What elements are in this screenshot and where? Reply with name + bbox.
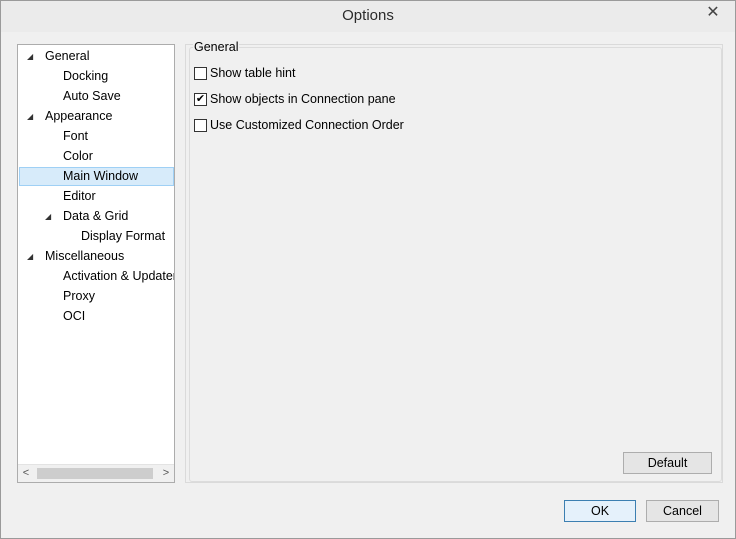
tree-item-label: OCI xyxy=(63,309,86,323)
general-group-frame xyxy=(189,47,722,482)
tree-item-label: Editor xyxy=(63,189,96,203)
title-bar: Options ✕ xyxy=(1,1,735,32)
expand-arrow-icon[interactable]: ◢ xyxy=(27,247,37,266)
default-button[interactable]: Default xyxy=(623,452,712,474)
tree-item-miscellaneous[interactable]: ◢ Miscellaneous xyxy=(19,247,174,266)
options-dialog: Options ✕ ◢ General Docking Auto Save ◢ Appea… xyxy=(0,0,736,539)
checkbox-show-objects-connection-pane[interactable]: ✔ xyxy=(194,93,207,106)
tree-item-activation-updater[interactable]: Activation & Updater xyxy=(19,267,174,286)
tree-item-oci[interactable]: OCI xyxy=(19,307,174,326)
tree-item-data-grid[interactable]: ◢ Data & Grid xyxy=(19,207,174,226)
tree-item-label: Display Format xyxy=(81,229,166,243)
tree-item-label: Appearance xyxy=(45,109,113,123)
tree-item-label: Font xyxy=(63,129,89,143)
option-label: Show objects in Connection pane xyxy=(210,92,396,106)
tree-item-proxy[interactable]: Proxy xyxy=(19,287,174,306)
tree-item-general[interactable]: ◢ General xyxy=(19,47,174,66)
tree-item-main-window[interactable]: Main Window xyxy=(19,167,174,186)
ok-button[interactable]: OK xyxy=(564,500,636,522)
cancel-button[interactable]: Cancel xyxy=(646,500,719,522)
scroll-left-arrow-icon[interactable]: < xyxy=(18,465,34,482)
tree-item-editor[interactable]: Editor xyxy=(19,187,174,206)
tree-item-label: Auto Save xyxy=(63,89,121,103)
option-label: Use Customized Connection Order xyxy=(210,118,404,132)
option-label: Show table hint xyxy=(210,66,296,80)
tree-item-label: Proxy xyxy=(63,289,95,303)
tree-item-display-format[interactable]: Display Format xyxy=(19,227,174,246)
window-title: Options xyxy=(342,7,394,24)
group-title: General xyxy=(193,40,240,54)
tree-item-auto-save[interactable]: Auto Save xyxy=(19,87,174,106)
options-tree[interactable]: ◢ General Docking Auto Save ◢ Appearance Font C… xyxy=(17,44,175,483)
tree-item-label: Data & Grid xyxy=(63,209,129,223)
horizontal-scrollbar[interactable]: < > xyxy=(18,464,174,482)
tree-item-label: Color xyxy=(63,149,93,163)
tree-item-docking[interactable]: Docking xyxy=(19,67,174,86)
checkbox-show-table-hint[interactable] xyxy=(194,67,207,80)
tree-item-label: Main Window xyxy=(63,169,139,183)
tree-item-color[interactable]: Color xyxy=(19,147,174,166)
tree-item-label: Activation & Updater xyxy=(63,269,174,283)
tree-item-font[interactable]: Font xyxy=(19,127,174,146)
scroll-right-arrow-icon[interactable]: > xyxy=(158,465,174,482)
tree-item-label: General xyxy=(45,49,90,63)
expand-arrow-icon[interactable]: ◢ xyxy=(45,207,55,226)
tree-item-label: Miscellaneous xyxy=(45,249,125,263)
expand-arrow-icon[interactable]: ◢ xyxy=(27,107,37,126)
expand-arrow-icon[interactable]: ◢ xyxy=(27,47,37,66)
tree-item-label: Docking xyxy=(63,69,109,83)
close-icon[interactable]: ✕ xyxy=(699,3,727,23)
checkbox-use-customized-connection-order[interactable] xyxy=(194,119,207,132)
scrollbar-thumb[interactable] xyxy=(37,468,153,479)
tree-item-appearance[interactable]: ◢ Appearance xyxy=(19,107,174,126)
